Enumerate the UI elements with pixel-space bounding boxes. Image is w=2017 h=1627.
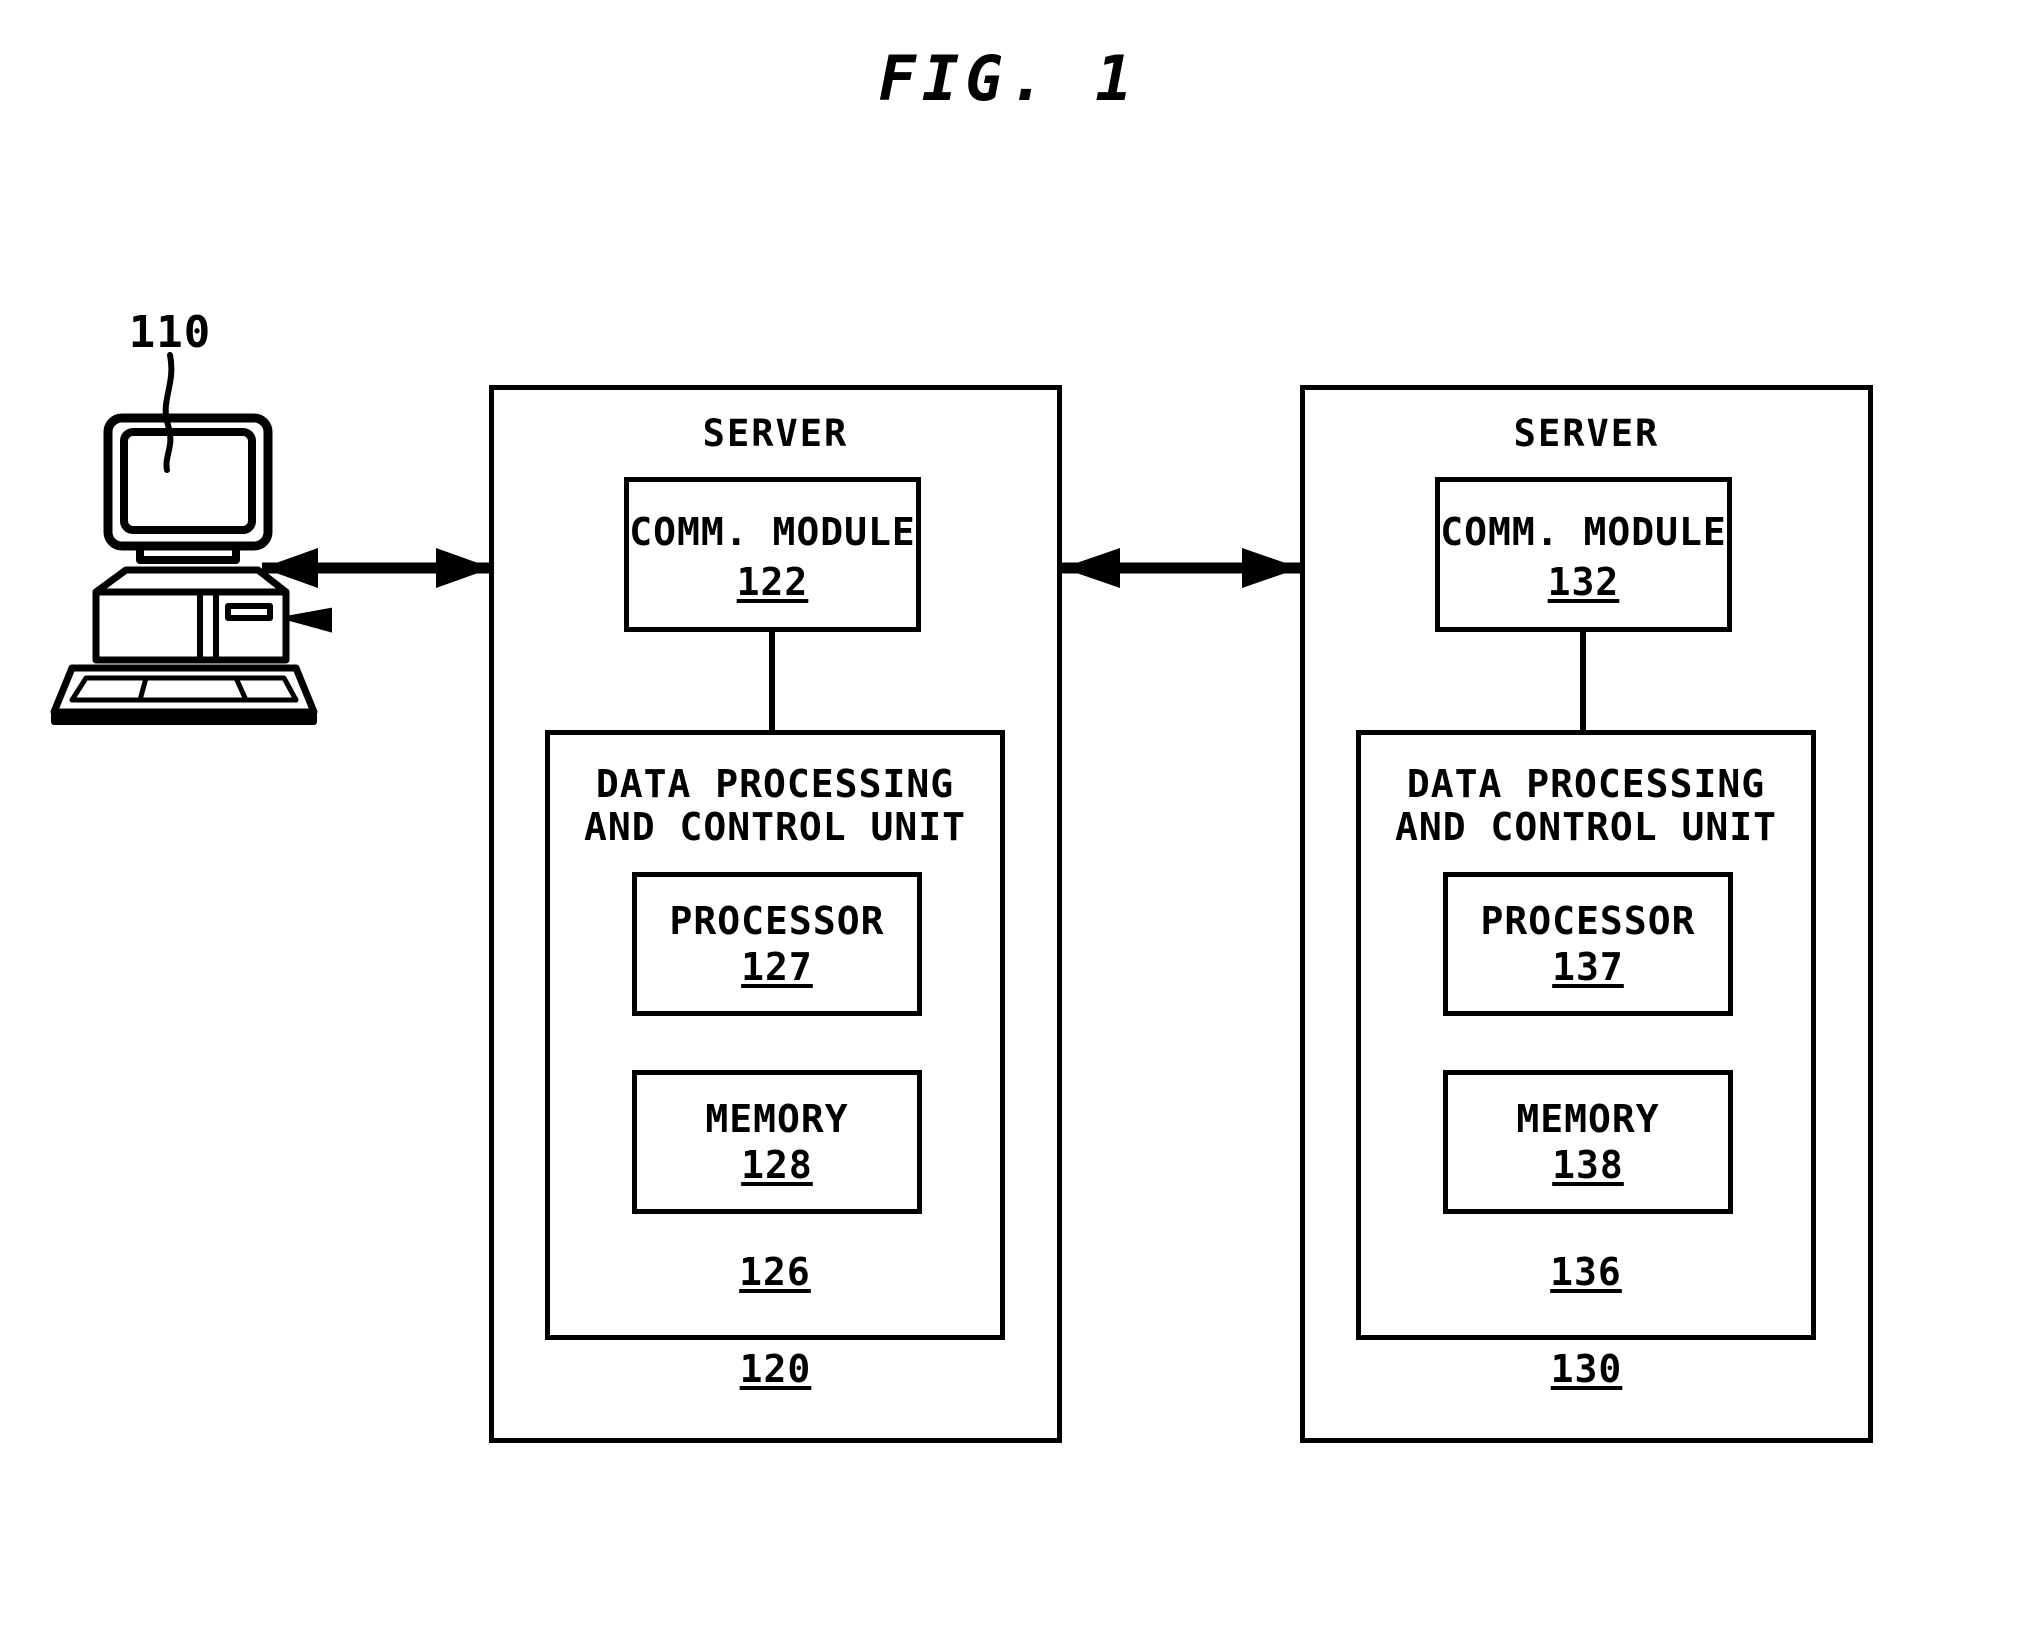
server-2-comm-module-ref: 132 — [1547, 560, 1620, 604]
server-1-dpcu-label-line2: AND CONTROL UNIT — [583, 805, 967, 849]
server-2-processor-ref: 137 — [1552, 945, 1624, 989]
server-2-comm-module-box[interactable] — [1435, 477, 1732, 632]
figure-title: FIG. 1 — [878, 42, 1139, 115]
server-2-memory-label: MEMORY — [1516, 1097, 1660, 1141]
arrow-client-to-server1 — [262, 548, 492, 588]
server-1-ref: 120 — [739, 1347, 812, 1391]
server-2-processor-box[interactable] — [1443, 872, 1733, 1016]
server-2-dpcu-label-line1: DATA PROCESSING — [1406, 762, 1766, 806]
server-2-processor-label: PROCESSOR — [1480, 899, 1696, 943]
server-1-title: SERVER — [702, 412, 849, 455]
server-2-dpcu-ref: 136 — [1550, 1250, 1622, 1294]
client-leader-line — [162, 352, 175, 473]
server-2-comm-module-label: COMM. MODULE — [1440, 510, 1727, 554]
server-2-memory-ref: 138 — [1552, 1143, 1624, 1187]
server-1-processor-ref: 127 — [741, 945, 813, 989]
client-ref-number: 110 — [128, 307, 212, 358]
arrow-server1-to-server2 — [1062, 548, 1300, 588]
server-2-ref: 130 — [1550, 1347, 1623, 1391]
server-1-dpcu-ref: 126 — [739, 1250, 811, 1294]
server-1-memory-label: MEMORY — [705, 1097, 849, 1141]
server-1-comm-module-ref: 122 — [736, 560, 809, 604]
server-1-memory-ref: 128 — [741, 1143, 813, 1187]
server-1-processor-label: PROCESSOR — [669, 899, 885, 943]
server-2-title: SERVER — [1513, 412, 1660, 455]
server-2-memory-box[interactable] — [1443, 1070, 1733, 1214]
server-2-comm-to-dpcu-connector — [1580, 632, 1586, 731]
mouse-cable — [285, 607, 332, 633]
server-1-comm-to-dpcu-connector — [769, 632, 775, 731]
figure-root: FIG. 1 110 SERVER COMM. MODULE 122 DATA … — [0, 0, 2017, 1627]
server-1-processor-box[interactable] — [632, 872, 922, 1016]
server-2-dpcu-label-line2: AND CONTROL UNIT — [1394, 805, 1778, 849]
server-1-comm-module-box[interactable] — [624, 477, 921, 632]
desktop-computer-icon — [50, 413, 318, 725]
server-1-comm-module-label: COMM. MODULE — [629, 510, 916, 554]
server-1-dpcu-label-line1: DATA PROCESSING — [595, 762, 955, 806]
server-1-memory-box[interactable] — [632, 1070, 922, 1214]
